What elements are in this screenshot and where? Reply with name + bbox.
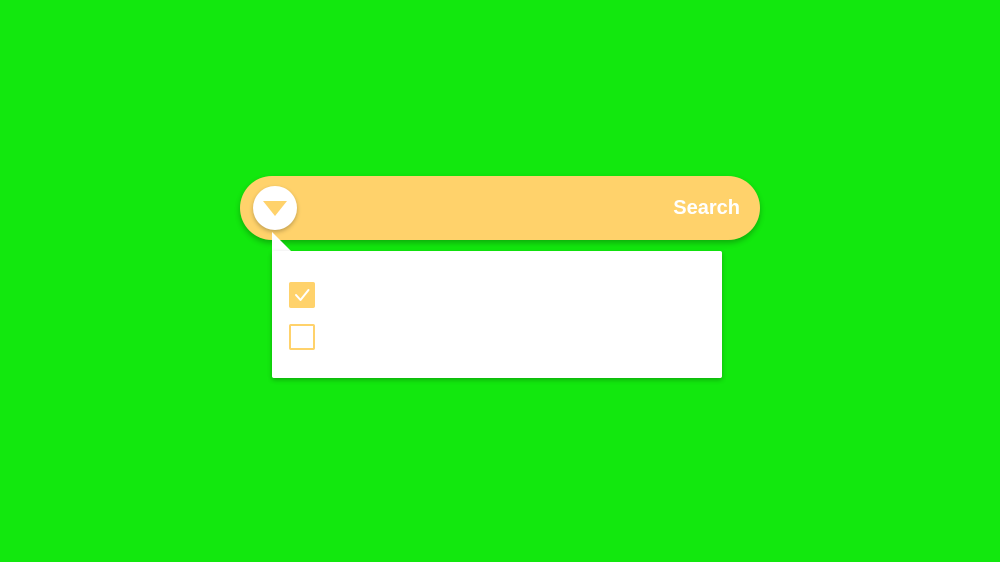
triangle-down-icon [263,201,287,216]
checkmark-icon [295,289,310,301]
search-bar: Search [240,176,760,240]
checkbox-unchecked[interactable] [289,324,315,350]
checkbox-checked[interactable] [289,282,315,308]
option-checkbox-1[interactable] [289,282,317,310]
search-button[interactable]: Search [673,176,740,240]
dropdown-panel [272,251,722,378]
option-checkbox-2[interactable] [289,324,317,352]
dropdown-toggle-button[interactable] [253,186,297,230]
